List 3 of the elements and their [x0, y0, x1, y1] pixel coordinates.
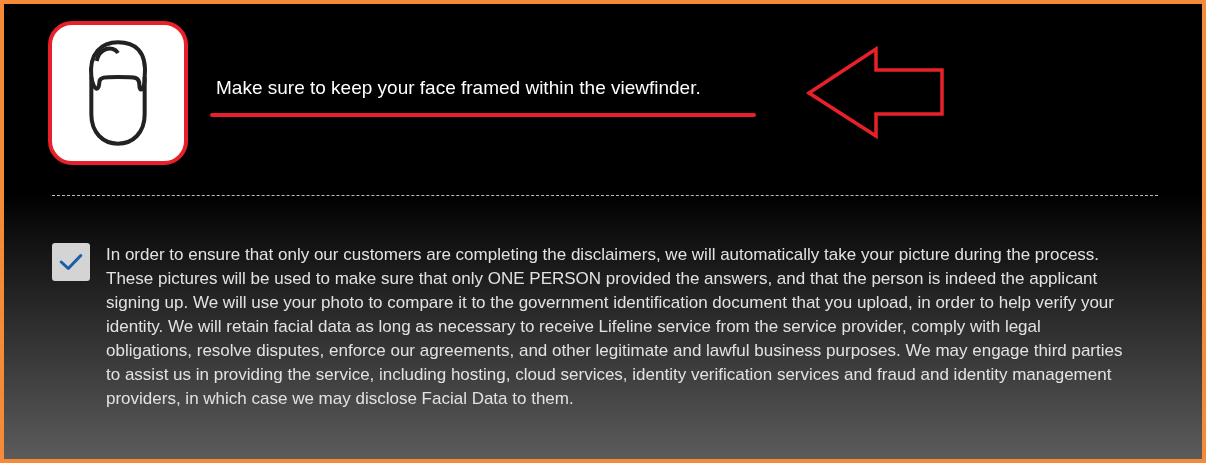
consent-text: In order to ensure that only our customers are completing the disclaimers, we will automatically take your picture during the process. These pictures will be used to make sure that only ONE PERSON provided the answers, and that the person is indeed the applicant signing up. We will use your photo to compare it to the government identification document that you upload, in order to help verify your identity. We will retain facial data as long as necessary to receive Lifeline service from the service provider, comply with legal obligations, resolve disputes, enforce our agreements, and other legitimate and lawful business purposes. We may engage third parties to assist us in providing the service, including hosting, cloud services, identity verification services and fraud and identity management providers, in which case we may disclose Facial Data to them.	[106, 244, 1124, 410]
consent-checkbox[interactable]	[52, 243, 90, 281]
instruction-text: Make sure to keep your face framed within the viewfinder.	[215, 77, 702, 99]
